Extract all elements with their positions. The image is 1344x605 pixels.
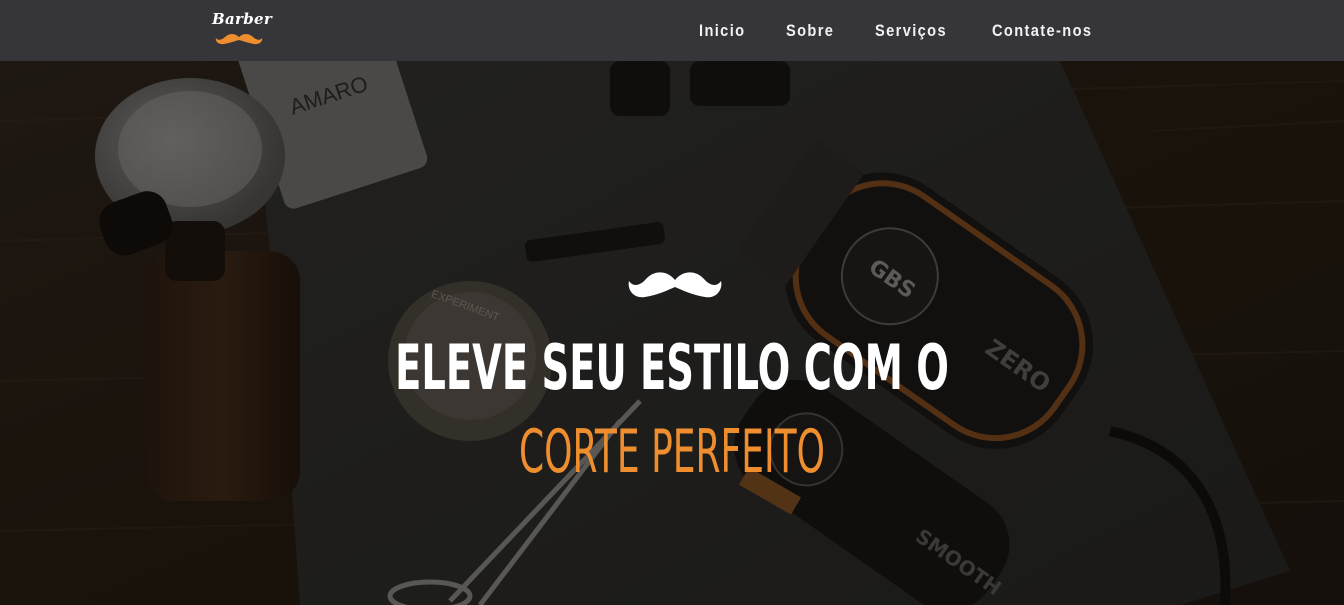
hero-title-line-2: CORTE PERFEITO — [519, 417, 825, 487]
mustache-icon — [628, 272, 722, 298]
main-nav: Inicio Sobre Serviços Contate-nos — [699, 0, 1142, 61]
nav-item-inicio[interactable]: Inicio — [699, 21, 745, 41]
brand-logo[interactable]: Barber — [210, 10, 273, 50]
nav-item-contate-nos[interactable]: Contate-nos — [992, 21, 1092, 41]
nav-item-sobre[interactable]: Sobre — [786, 21, 834, 41]
brand-logo-text: Barber — [212, 10, 273, 28]
navbar: Barber Inicio Sobre Serviços Contate-nos — [0, 0, 1344, 61]
hero-title-line-1: ELEVE SEU ESTILO COM O — [395, 331, 949, 404]
logo-mustache-icon — [215, 34, 263, 45]
nav-item-servicos[interactable]: Serviços — [875, 21, 947, 41]
hero-section: AMARO EXPERIMENT GBS ZERO SMOOTH ELEVE S… — [0, 61, 1344, 605]
